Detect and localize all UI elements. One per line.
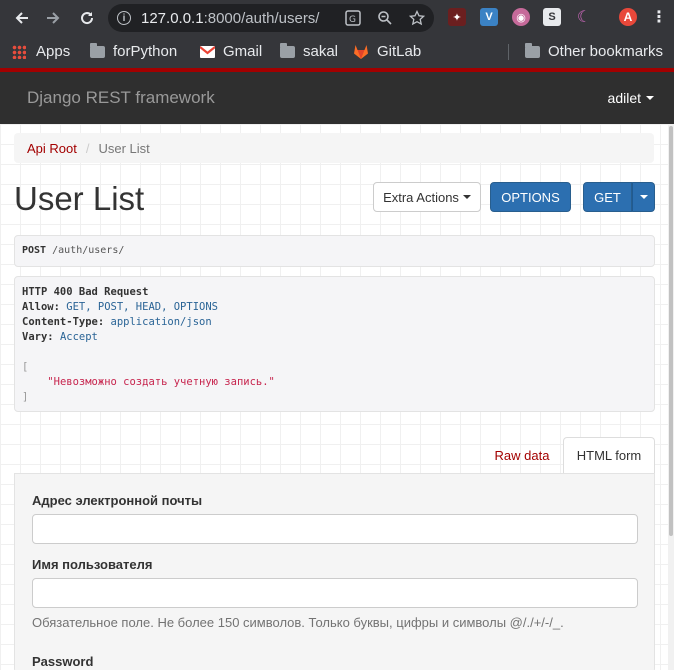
bookmark-apps[interactable]: Apps bbox=[12, 43, 70, 60]
folder-icon bbox=[90, 42, 105, 58]
menu-dots-icon[interactable]: ⋮ bbox=[650, 8, 668, 26]
gitlab-icon bbox=[353, 44, 369, 59]
extension-red-icon[interactable]: ✦ bbox=[448, 8, 466, 26]
caret-down-icon bbox=[646, 96, 654, 100]
header-value: Accept bbox=[59, 331, 98, 343]
translate-icon[interactable]: G bbox=[344, 9, 362, 27]
gmail-icon bbox=[200, 45, 215, 58]
bookmark-forpython[interactable]: forPython bbox=[90, 42, 177, 60]
user-dropdown[interactable]: adilet bbox=[608, 90, 654, 106]
info-icon[interactable]: i bbox=[117, 11, 131, 25]
request-info: POST /auth/users/ bbox=[14, 235, 655, 267]
scrollbar-thumb[interactable] bbox=[669, 126, 673, 536]
header-value: GET, POST, HEAD, OPTIONS bbox=[66, 301, 218, 313]
brand-link[interactable]: Django REST framework bbox=[27, 88, 215, 108]
header-key: Allow: bbox=[22, 301, 60, 313]
username-field[interactable] bbox=[32, 578, 638, 608]
response-body: HTTP 400 Bad Request Allow: GET, POST, H… bbox=[14, 276, 655, 412]
options-button[interactable]: OPTIONS bbox=[490, 182, 571, 212]
extension-moon-icon[interactable]: ☾ bbox=[575, 8, 593, 26]
bookmark-gmail[interactable]: Gmail bbox=[200, 43, 262, 60]
extension-s-icon[interactable]: S bbox=[543, 8, 561, 26]
star-icon[interactable] bbox=[408, 9, 426, 27]
get-button[interactable]: GET bbox=[583, 182, 632, 212]
bookmarks-divider bbox=[508, 44, 509, 60]
header-key: Content-Type: bbox=[22, 316, 105, 328]
caret-down-icon bbox=[462, 195, 471, 199]
address-bar[interactable]: i 127.0.0.1:8000/auth/users/ G bbox=[108, 4, 434, 32]
username: adilet bbox=[607, 90, 641, 106]
tab-html-form[interactable]: HTML form bbox=[563, 437, 655, 474]
zoom-icon[interactable] bbox=[376, 9, 394, 27]
reload-icon[interactable] bbox=[72, 3, 102, 33]
username-help-text: Обязательное поле. Не более 150 символов… bbox=[32, 615, 564, 630]
url-text[interactable]: 127.0.0.1:8000/auth/users/ bbox=[141, 10, 319, 27]
page-title: User List bbox=[14, 180, 145, 217]
bookmark-sakal[interactable]: sakal bbox=[280, 42, 338, 60]
apps-grid-icon bbox=[12, 44, 26, 59]
extension-v-icon[interactable]: V bbox=[480, 8, 498, 26]
json-close-bracket: ] bbox=[22, 391, 29, 403]
json-open-bracket: [ bbox=[22, 361, 29, 373]
password-label: Password bbox=[32, 654, 94, 669]
svg-text:G: G bbox=[349, 15, 356, 25]
username-label: Имя пользователя bbox=[32, 557, 153, 572]
bookmark-other[interactable]: Other bookmarks bbox=[525, 42, 663, 60]
folder-icon bbox=[280, 42, 295, 58]
caret-down-icon bbox=[639, 195, 648, 199]
header-value: application/json bbox=[110, 316, 212, 328]
tab-raw-data[interactable]: Raw data bbox=[484, 437, 560, 474]
extra-actions-button[interactable]: Extra Actions bbox=[373, 182, 481, 212]
forward-arrow-icon[interactable] bbox=[38, 3, 68, 33]
breadcrumb-current: User List bbox=[98, 140, 150, 156]
drf-navbar: Django REST framework adilet bbox=[0, 72, 674, 124]
response-status: HTTP 400 Bad Request bbox=[22, 286, 149, 298]
profile-avatar[interactable]: A bbox=[619, 8, 637, 26]
scrollbar[interactable] bbox=[668, 124, 674, 670]
breadcrumb-separator: / bbox=[85, 140, 90, 156]
request-path: /auth/users/ bbox=[52, 245, 125, 256]
breadcrumb: Api Root / User List bbox=[14, 133, 654, 163]
get-format-dropdown[interactable] bbox=[632, 182, 655, 212]
bookmarks-bar: Apps forPython Gmail sakal GitLab Other … bbox=[0, 36, 674, 68]
request-method: POST bbox=[22, 245, 47, 256]
back-arrow-icon[interactable] bbox=[7, 3, 37, 33]
browser-toolbar: i 127.0.0.1:8000/auth/users/ G ✦ V ◉ S ☾… bbox=[0, 0, 674, 36]
breadcrumb-api-root[interactable]: Api Root bbox=[27, 141, 77, 156]
email-label: Адрес электронной почты bbox=[32, 493, 203, 508]
email-field[interactable] bbox=[32, 514, 638, 544]
extension-glasses-icon[interactable]: ◉ bbox=[512, 8, 530, 26]
folder-icon bbox=[525, 42, 540, 58]
bookmark-gitlab[interactable]: GitLab bbox=[353, 43, 421, 60]
html-form: Адрес электронной почты Имя пользователя… bbox=[14, 473, 655, 670]
json-error-string: "Невозможно создать учетную запись." bbox=[47, 376, 275, 388]
header-key: Vary: bbox=[22, 331, 54, 343]
